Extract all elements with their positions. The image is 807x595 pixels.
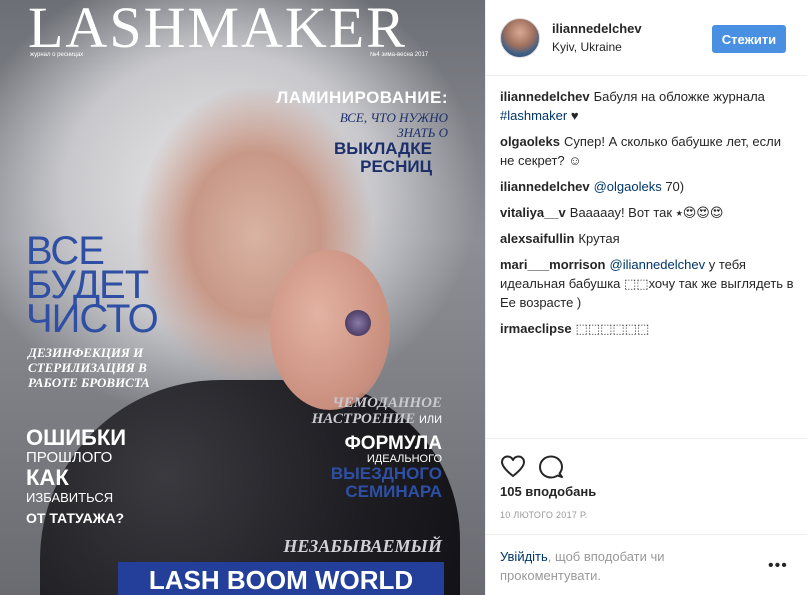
comment-hashtag-link[interactable]: #lashmaker — [500, 108, 567, 123]
comment-item: mari___morrison @iliannedelchev у тебя ид… — [500, 255, 796, 312]
login-prompt: Увійдіть, щоб вподобати чи прокоментуват… — [486, 534, 807, 595]
hand-shape — [270, 250, 390, 410]
comment-item: iliannedelchev Бабуля на обложке журнала … — [500, 87, 796, 125]
comment-icon[interactable] — [538, 454, 564, 480]
comment-username[interactable]: mari___morrison — [500, 257, 606, 272]
cover-text-vyezdnogo: ВЫЕЗДНОГО СЕМИНАРА — [330, 464, 442, 501]
comment-item: vitaliya__v Вааааау! Вот так ⭑😍😍😍 — [500, 203, 796, 222]
cover-text-vykladke: ВЫКЛАДКЕ РЕСНИЦ — [334, 139, 432, 176]
author-username[interactable]: iliannedelchev — [552, 21, 642, 36]
cover-text-vse-chto: ВСЕ, ЧТО НУЖНО ЗНАТЬ О — [339, 110, 448, 140]
cover-text-ili: ИЛИ — [418, 414, 442, 426]
comment-item: irmaeclipse ⬚⬚⬚⬚⬚⬚ — [500, 319, 796, 338]
comment-text: Бабуля на обложке журнала — [593, 89, 765, 104]
follow-button[interactable]: Стежити — [712, 25, 786, 53]
comment-username[interactable]: alexsaifullin — [500, 231, 574, 246]
post-location[interactable]: Kyiv, Ukraine — [552, 40, 622, 54]
cover-text-kak: КАК — [26, 465, 69, 490]
login-prompt-text: Увійдіть, щоб вподобати чи прокоментуват… — [500, 547, 750, 585]
comment-username[interactable]: vitaliya__v — [500, 205, 566, 220]
comment-suffix: 70) — [661, 179, 685, 194]
comment-username[interactable]: olgaoleks — [500, 134, 560, 149]
comment-item: iliannedelchev @olgaoleks 70) — [500, 177, 796, 196]
comment-suffix: ♥ — [567, 108, 579, 123]
comment-mention-link[interactable]: @olgaoleks — [594, 179, 662, 194]
cover-text-izbavitsya: ИЗБАВИТЬСЯ — [26, 490, 114, 505]
post-actions — [486, 438, 807, 479]
comments-list: iliannedelchev Бабуля на обложке журнала … — [500, 87, 796, 345]
post-header: iliannedelchev Kyiv, Ukraine Стежити — [486, 0, 807, 76]
avatar[interactable] — [500, 18, 540, 58]
comment-username[interactable]: iliannedelchev — [500, 179, 590, 194]
ring-shape — [345, 310, 371, 336]
more-options-icon[interactable]: ••• — [768, 557, 788, 575]
comment-username[interactable]: iliannedelchev — [500, 89, 590, 104]
cover-text-nezabyvaemyi: НЕЗАБЫВАЕМЫЙ — [283, 536, 442, 556]
cover-text-ot: ОТ — [26, 510, 46, 526]
login-link[interactable]: Увійдіть — [500, 549, 548, 564]
cover-headline-vse-budet: ВСЕ БУДЕТ ЧИСТО — [26, 229, 159, 341]
cover-headline-laminirovanie: ЛАМИНИРОВАНИЕ: — [276, 88, 448, 107]
comment-text: Крутая — [578, 231, 620, 246]
comment-text: Вааааау! Вот так ⭑😍😍😍 — [569, 205, 724, 220]
comment-username[interactable]: irmaeclipse — [500, 321, 572, 336]
cover-block-formula: ФОРМУЛА ИДЕАЛЬНОГО ВЫЕЗДНОГО СЕМИНАРА — [300, 434, 442, 501]
magazine-issue: №4 зима-весна 2017 — [370, 52, 429, 58]
cover-text-dezinfekciya: ДЕЗИНФЕКЦИЯ И СТЕРИЛИЗАЦИЯ В РАБОТЕ БРОВ… — [28, 345, 150, 390]
comment-mention-link[interactable]: @iliannedelchev — [610, 257, 706, 272]
comment-text: ⬚⬚⬚⬚⬚⬚ — [575, 321, 650, 336]
cover-text-tatuazha-line: ОТ ТАТУАЖА? — [26, 508, 176, 528]
comment-item: alexsaifullin Крутая — [500, 229, 796, 248]
magazine-subtitle: журнал о ресницах — [30, 52, 84, 58]
cover-banner-lashboom: LASH BOOM WORLD — [118, 562, 444, 595]
cover-block-oshibki: ОШИБКИ ПРОШЛОГО КАК ИЗБАВИТЬСЯ ОТ ТАТУАЖ… — [26, 425, 176, 528]
cover-text-tatuazha: ТАТУАЖА? — [49, 510, 125, 526]
cover-headline-oshibki: ОШИБКИ — [26, 425, 127, 450]
post-image[interactable]: LASHMAKER журнал о ресницах №4 зима-весн… — [0, 0, 485, 595]
heart-icon[interactable] — [500, 454, 526, 480]
cover-headline-formula: ФОРМУЛА — [344, 433, 442, 454]
comment-item: olgaoleks Супер! А сколько бабушке лет, е… — [500, 132, 796, 170]
likes-count[interactable]: 105 вподобань — [500, 484, 596, 499]
post-date[interactable]: 10 ЛЮТОГО 2017 Р. — [500, 510, 587, 520]
cover-block-chemodannoe: ЧЕМОДАННОЕ НАСТРОЕНИЕ ИЛИ — [262, 395, 442, 428]
post-panel: iliannedelchev Kyiv, Ukraine Стежити ili… — [485, 0, 807, 595]
